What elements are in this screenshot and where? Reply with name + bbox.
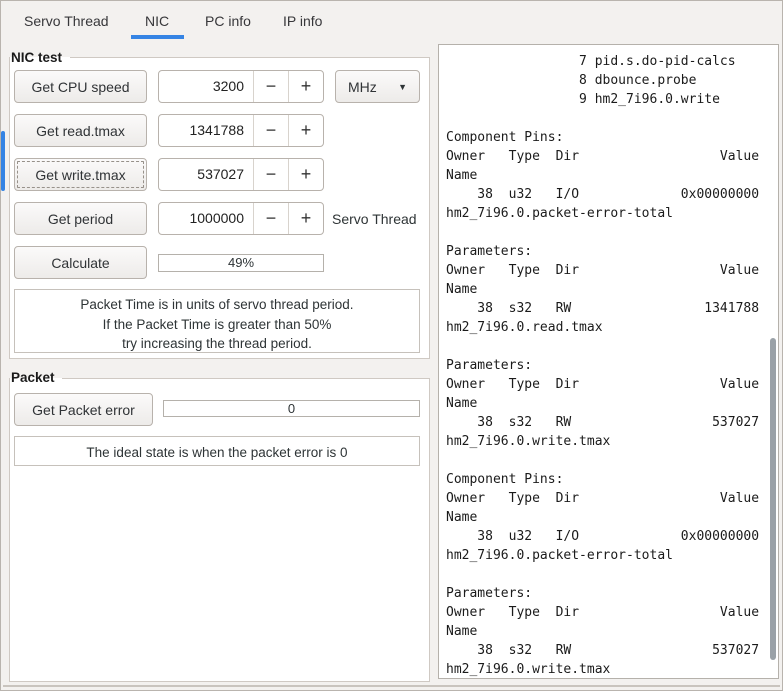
tab-ip-info[interactable]: IP info	[283, 13, 322, 29]
frame-border	[62, 378, 429, 379]
read-tmax-value[interactable]: 1341788	[159, 115, 253, 146]
get-read-tmax-button[interactable]: Get read.tmax	[14, 114, 147, 147]
read-tmax-spinbox: 1341788 − +	[158, 114, 324, 147]
calculate-label: Calculate	[51, 254, 110, 271]
get-cpu-speed-label: Get CPU speed	[31, 78, 130, 95]
minus-icon: −	[265, 208, 277, 228]
packet-error-note: The ideal state is when the packet error…	[14, 436, 420, 466]
nic-tester-window: Servo Thread NIC PC info IP info NIC tes…	[0, 0, 783, 691]
minus-icon: −	[265, 120, 277, 140]
read-tmax-decrement-button[interactable]: −	[254, 115, 288, 146]
output-scrollbar-thumb[interactable]	[770, 338, 776, 660]
window-bottom-border	[3, 685, 780, 687]
period-spinbox: 1000000 − +	[158, 202, 324, 235]
hal-output-textview[interactable]: 7 pid.s.do-pid-calcs 8 dbounce.probe 9 h…	[438, 44, 779, 679]
packet-error-entry[interactable]: 0	[163, 400, 420, 417]
read-tmax-increment-button[interactable]: +	[289, 115, 323, 146]
packet-error-value: 0	[287, 401, 296, 416]
packet-frame-label: Packet	[11, 370, 55, 385]
note-line: Packet Time is in units of servo thread …	[80, 297, 354, 312]
tab-pc-info[interactable]: PC info	[205, 13, 251, 29]
servo-thread-label: Servo Thread	[332, 211, 417, 227]
packet-time-progressbar: 49%	[158, 254, 324, 272]
tab-nic[interactable]: NIC	[145, 13, 169, 29]
period-decrement-button[interactable]: −	[254, 203, 288, 234]
plus-icon: +	[300, 208, 312, 228]
get-packet-error-button[interactable]: Get Packet error	[14, 393, 153, 426]
write-tmax-value[interactable]: 537027	[159, 159, 253, 190]
get-write-tmax-label: Get write.tmax	[35, 166, 126, 183]
cpu-speed-spinbox: 3200 − +	[158, 70, 324, 103]
plus-icon: +	[300, 120, 312, 140]
nic-test-frame-label: NIC test	[11, 50, 63, 65]
minus-icon: −	[265, 164, 277, 184]
calculate-button[interactable]: Calculate	[14, 246, 147, 279]
write-tmax-spinbox: 537027 − +	[158, 158, 324, 191]
period-increment-button[interactable]: +	[289, 203, 323, 234]
minus-icon: −	[265, 76, 277, 96]
plus-icon: +	[300, 76, 312, 96]
note-line: try increasing the thread period.	[122, 336, 312, 351]
get-read-tmax-label: Get read.tmax	[36, 122, 125, 139]
note-line: The ideal state is when the packet error…	[86, 445, 348, 460]
chevron-down-icon: ▼	[398, 81, 407, 92]
get-period-button[interactable]: Get period	[14, 202, 147, 235]
get-write-tmax-button[interactable]: Get write.tmax	[14, 158, 147, 191]
tab-servo-thread[interactable]: Servo Thread	[24, 13, 109, 29]
cpu-speed-value[interactable]: 3200	[159, 71, 253, 102]
cpu-speed-increment-button[interactable]: +	[289, 71, 323, 102]
active-tab-indicator	[131, 35, 184, 39]
packet-time-note: Packet Time is in units of servo thread …	[14, 289, 420, 353]
cpu-speed-unit-value: MHz	[348, 78, 377, 95]
write-tmax-increment-button[interactable]: +	[289, 159, 323, 190]
cpu-speed-unit-dropdown[interactable]: MHz ▼	[335, 70, 420, 103]
plus-icon: +	[300, 164, 312, 184]
write-tmax-decrement-button[interactable]: −	[254, 159, 288, 190]
hal-output-text: 7 pid.s.do-pid-calcs 8 dbounce.probe 9 h…	[446, 54, 760, 677]
frame-border	[70, 57, 429, 58]
packet-time-percent: 49%	[227, 255, 255, 270]
period-value[interactable]: 1000000	[159, 203, 253, 234]
cpu-speed-decrement-button[interactable]: −	[254, 71, 288, 102]
left-scrollbar-thumb[interactable]	[1, 131, 5, 191]
get-cpu-speed-button[interactable]: Get CPU speed	[14, 70, 147, 103]
get-packet-error-label: Get Packet error	[32, 401, 135, 418]
get-period-label: Get period	[47, 210, 114, 227]
note-line: If the Packet Time is greater than 50%	[102, 316, 332, 332]
